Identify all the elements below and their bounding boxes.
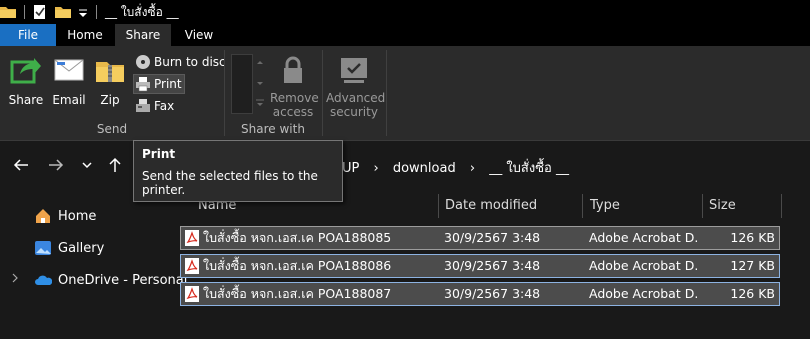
pdf-file-icon xyxy=(185,258,199,274)
pdf-file-icon xyxy=(185,286,199,302)
group-divider xyxy=(322,50,323,136)
breadcrumb-item-current[interactable]: __ ใบสั่งซื้อ __ xyxy=(489,161,569,176)
column-header-size[interactable]: Size xyxy=(701,192,736,220)
share-with-group-label: Share with xyxy=(241,122,305,136)
sidebar-item-onedrive[interactable]: OneDrive - Personal xyxy=(10,267,187,293)
window-title: __ ใบสั่งซื้อ __ xyxy=(105,4,179,19)
toolbar-divider xyxy=(24,5,25,19)
printer-icon xyxy=(135,76,151,92)
tooltip-description: Send the selected files to the printer. xyxy=(142,169,334,197)
breadcrumb-item-download[interactable]: download xyxy=(393,161,456,176)
quick-access-toolbar xyxy=(0,0,101,24)
properties-icon[interactable] xyxy=(32,4,48,20)
tab-file[interactable]: File xyxy=(0,24,56,46)
burn-to-disc-button[interactable]: Burn to disc xyxy=(135,52,226,72)
file-date: 30/9/2567 3:48 xyxy=(444,258,541,273)
lock-icon xyxy=(284,56,302,83)
folder-icon[interactable] xyxy=(0,4,16,20)
back-arrow-icon[interactable] xyxy=(12,156,30,174)
file-name: ใบสั่งซื้อ หจก.เอส.เค POA188087 xyxy=(203,286,392,301)
expand-chevron-icon[interactable] xyxy=(10,272,24,288)
group-divider xyxy=(386,50,387,136)
send-group-label: Send xyxy=(96,122,128,136)
tab-home[interactable]: Home xyxy=(56,24,114,46)
home-icon xyxy=(34,207,52,225)
file-type: Adobe Acrobat D... xyxy=(589,230,699,245)
breadcrumb[interactable]: UP › download › __ ใบสั่งซื้อ __ xyxy=(342,157,579,178)
file-row[interactable]: ใบสั่งซื้อ หจก.เอส.เค POA188087 30/9/256… xyxy=(180,282,780,306)
zip-folder-icon xyxy=(96,62,124,82)
share-with-gallery[interactable] xyxy=(231,54,253,114)
fax-icon xyxy=(135,98,151,114)
file-size: 126 KB xyxy=(730,230,775,245)
file-name: ใบสั่งซื้อ หจก.เอส.เค POA188086 xyxy=(203,258,392,273)
tab-view[interactable]: View xyxy=(171,24,227,46)
pdf-file-icon xyxy=(185,230,199,246)
new-folder-icon[interactable] xyxy=(55,4,71,20)
file-row[interactable]: ใบสั่งซื้อ หจก.เอส.เค POA188085 30/9/256… xyxy=(180,226,780,250)
email-button[interactable]: Email xyxy=(50,54,88,107)
remove-access-button[interactable]: Remove access xyxy=(270,54,319,119)
tab-share[interactable]: Share xyxy=(115,24,171,46)
file-row[interactable]: ใบสั่งซื้อ หจก.เอส.เค POA188086 30/9/256… xyxy=(180,254,780,278)
file-type: Adobe Acrobat D... xyxy=(589,258,699,273)
share-icon xyxy=(10,58,41,84)
file-size: 126 KB xyxy=(730,286,775,301)
sidebar-item-home[interactable]: Home xyxy=(34,203,96,229)
tooltip-description-line: Send the selected files to the xyxy=(142,169,318,183)
cloud-icon xyxy=(34,271,53,289)
up-arrow-icon[interactable] xyxy=(106,156,124,174)
column-divider[interactable] xyxy=(781,194,782,218)
recent-locations-chevron-icon[interactable] xyxy=(78,156,96,174)
tooltip-description-line: printer. xyxy=(142,183,186,197)
gallery-icon xyxy=(34,239,52,257)
security-icon xyxy=(341,58,367,83)
file-type: Adobe Acrobat D... xyxy=(589,286,699,301)
ribbon-tabs: File Home Share View xyxy=(0,24,810,46)
file-name: ใบสั่งซื้อ หจก.เอส.เค POA188085 xyxy=(203,230,392,245)
fax-button[interactable]: Fax xyxy=(135,96,174,116)
navigation-bar: UP › download › __ ใบสั่งซื้อ __ xyxy=(0,142,810,188)
gallery-scroll[interactable] xyxy=(255,56,265,112)
zip-button[interactable]: Zip xyxy=(93,54,127,107)
file-size: 127 KB xyxy=(730,258,775,273)
breadcrumb-separator-icon: › xyxy=(373,161,379,176)
share-button[interactable]: Share xyxy=(6,54,46,107)
envelope-icon xyxy=(54,59,84,81)
tooltip-title: Print xyxy=(142,147,176,161)
ribbon-panel: Share Email Zip Burn to disc Print Fax S… xyxy=(0,46,810,141)
toolbar-divider xyxy=(96,5,97,19)
advanced-security-button[interactable]: Advanced security xyxy=(326,54,385,119)
print-tooltip: Print Send the selected files to the pri… xyxy=(133,140,343,202)
customize-toolbar-icon[interactable] xyxy=(78,4,88,20)
print-button[interactable]: Print xyxy=(133,74,185,94)
file-date: 30/9/2567 3:48 xyxy=(444,230,541,245)
title-bar: __ ใบสั่งซื้อ __ xyxy=(0,0,810,24)
breadcrumb-partial[interactable]: UP xyxy=(342,161,359,176)
column-header-type[interactable]: Type xyxy=(582,192,620,220)
breadcrumb-separator-icon: › xyxy=(469,161,476,176)
disc-icon xyxy=(135,54,151,70)
file-date: 30/9/2567 3:48 xyxy=(444,286,541,301)
sidebar-item-gallery[interactable]: Gallery xyxy=(34,235,104,261)
forward-arrow-icon[interactable] xyxy=(47,156,65,174)
column-header-date[interactable]: Date modified xyxy=(437,192,537,220)
